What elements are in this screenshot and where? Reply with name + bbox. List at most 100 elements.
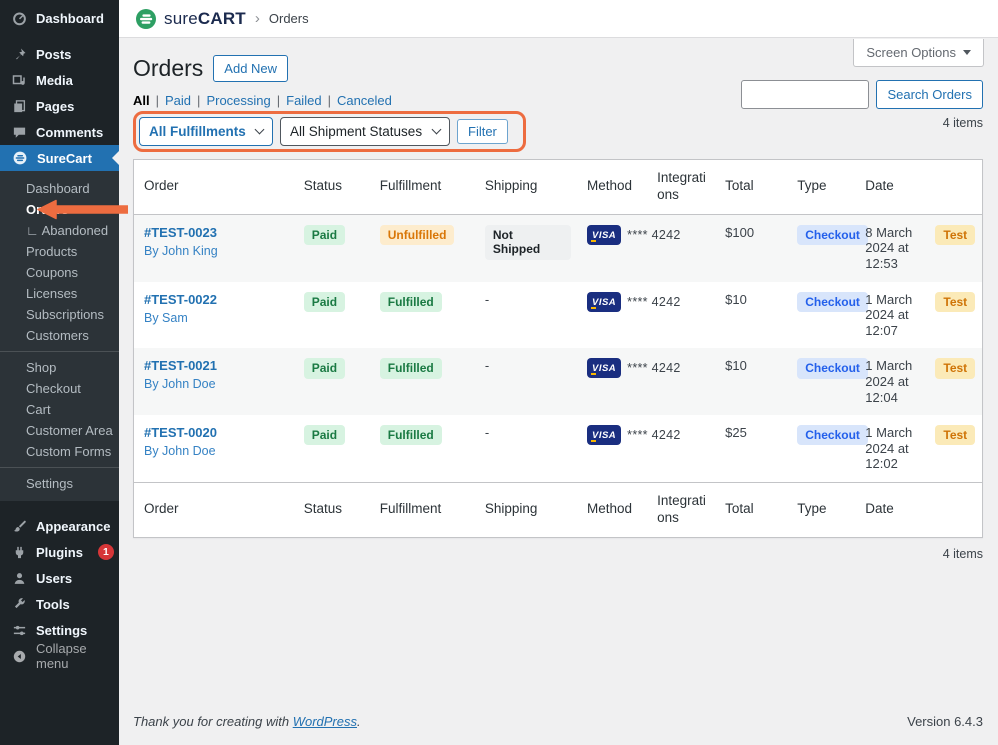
total-cell: $10 <box>715 348 787 415</box>
sidebar-item-media[interactable]: Media <box>0 67 119 93</box>
sidebar-item-plugins[interactable]: Plugins 1 <box>0 539 119 565</box>
sidebar-item-label: Users <box>36 571 72 586</box>
view-separator: | <box>197 93 200 108</box>
sidebar-item-label: Comments <box>36 125 103 140</box>
items-count-bottom: 4 items <box>133 547 983 561</box>
col-type: Type <box>787 482 855 537</box>
table-row: #TEST-0023By John King Paid Unfulfilled … <box>134 214 983 281</box>
col-shipping: Shipping <box>475 160 577 215</box>
sidebar-subitem-checkout[interactable]: Checkout <box>0 378 119 399</box>
surecart-logo-icon <box>135 8 157 30</box>
integrations-cell <box>647 214 715 281</box>
surecart-header-bar: sureCART › Orders <box>119 0 998 38</box>
dashboard-gauge-icon <box>12 11 27 26</box>
sidebar-subitem-subscriptions[interactable]: Subscriptions <box>0 304 119 325</box>
sidebar-subitem-abandoned[interactable]: ∟ Abandoned <box>0 220 119 241</box>
order-number-link[interactable]: #TEST-0022 <box>144 292 288 307</box>
sidebar-subitem-licenses[interactable]: Licenses <box>0 283 119 304</box>
screen-options-tab[interactable]: Screen Options <box>853 39 984 67</box>
fulfillment-select-wrap: All Fulfillments <box>139 117 273 146</box>
date-cell: 1 March 2024 at 12:04 <box>855 348 925 415</box>
test-mode-badge: Test <box>935 425 975 445</box>
fulfillment-badge: Unfulfilled <box>380 225 455 245</box>
sidebar-item-comments[interactable]: Comments <box>0 119 119 145</box>
sidebar-subitem-customer-area[interactable]: Customer Area <box>0 420 119 441</box>
view-canceled-link[interactable]: Canceled <box>337 93 392 108</box>
order-customer-link[interactable]: By John Doe <box>144 377 288 391</box>
integrations-cell <box>647 415 715 482</box>
sidebar-subitem-dashboard[interactable]: Dashboard <box>0 178 119 199</box>
sidebar-item-appearance[interactable]: Appearance <box>0 513 119 539</box>
order-customer-link[interactable]: By Sam <box>144 311 288 325</box>
shipping-cell: - <box>475 415 577 482</box>
screen-options-label: Screen Options <box>866 45 956 60</box>
comment-bubble-icon <box>12 125 27 140</box>
view-processing-link[interactable]: Processing <box>206 93 270 108</box>
surecart-submenu: Dashboard Orders ∟ Abandoned Products Co… <box>0 171 119 501</box>
col-date: Date <box>855 482 925 537</box>
sidebar-item-settings[interactable]: Settings <box>0 617 119 643</box>
view-separator: | <box>156 93 159 108</box>
fulfillment-badge: Fulfilled <box>380 358 442 378</box>
search-input[interactable] <box>741 80 869 109</box>
total-cell: $25 <box>715 415 787 482</box>
col-method: Method <box>577 482 647 537</box>
sidebar-subitem-products[interactable]: Products <box>0 241 119 262</box>
view-failed-link[interactable]: Failed <box>286 93 321 108</box>
sidebar-item-posts[interactable]: Posts <box>0 41 119 67</box>
table-row: #TEST-0020By John Doe Paid Fulfilled - V… <box>134 415 983 482</box>
sidebar-item-collapse-menu[interactable]: Collapse menu <box>0 643 119 669</box>
view-all-link[interactable]: All <box>133 93 150 108</box>
test-mode-badge: Test <box>935 358 975 378</box>
sidebar-item-label: Posts <box>36 47 71 62</box>
view-separator: | <box>328 93 331 108</box>
sidebar-subitem-cart[interactable]: Cart <box>0 399 119 420</box>
test-mode-badge: Test <box>935 225 975 245</box>
sidebar-subitem-coupons[interactable]: Coupons <box>0 262 119 283</box>
sidebar-item-dashboard[interactable]: Dashboard <box>0 5 119 31</box>
order-number-link[interactable]: #TEST-0023 <box>144 225 288 240</box>
add-new-button[interactable]: Add New <box>213 55 288 82</box>
sidebar-item-label: Media <box>36 73 73 88</box>
order-customer-link[interactable]: By John Doe <box>144 444 288 458</box>
sidebar-item-users[interactable]: Users <box>0 565 119 591</box>
status-badge: Paid <box>304 225 345 245</box>
surecart-brand: sureCART <box>135 8 246 30</box>
sidebar-subitem-customers[interactable]: Customers <box>0 325 119 346</box>
footer-version: Version 6.4.3 <box>907 714 983 729</box>
test-mode-badge: Test <box>935 292 975 312</box>
sidebar-subitem-custom-forms[interactable]: Custom Forms <box>0 441 119 462</box>
page-title: Orders <box>133 55 203 82</box>
card-last4: **** 4242 <box>627 228 680 242</box>
order-number-link[interactable]: #TEST-0021 <box>144 358 288 373</box>
date-cell: 8 March 2024 at 12:53 <box>855 214 925 281</box>
fulfillment-badge: Fulfilled <box>380 425 442 445</box>
main-area: sureCART › Orders Screen Options Orders … <box>119 0 998 745</box>
wrench-icon <box>12 597 27 612</box>
search-orders-button[interactable]: Search Orders <box>876 80 983 109</box>
status-badge: Paid <box>304 292 345 312</box>
page-content: Orders Add New All | Paid | Processing |… <box>119 38 998 704</box>
items-count-top: 4 items <box>943 116 983 130</box>
col-date: Date <box>855 160 925 215</box>
filter-button[interactable]: Filter <box>457 119 508 144</box>
col-mode <box>925 160 982 215</box>
wordpress-link[interactable]: WordPress <box>293 714 357 729</box>
view-paid-link[interactable]: Paid <box>165 93 191 108</box>
col-integrations: Integrations <box>647 160 715 215</box>
order-number-link[interactable]: #TEST-0020 <box>144 425 288 440</box>
sidebar-subitem-orders[interactable]: Orders <box>0 199 119 220</box>
order-customer-link[interactable]: By John King <box>144 244 288 258</box>
fulfillment-badge: Fulfilled <box>380 292 442 312</box>
sidebar-subitem-shop[interactable]: Shop <box>0 357 119 378</box>
shipment-status-select[interactable]: All Shipment Statuses <box>280 117 450 146</box>
sidebar-subitem-settings[interactable]: Settings <box>0 473 119 494</box>
fulfillment-select[interactable]: All Fulfillments <box>139 117 273 146</box>
sidebar-item-surecart[interactable]: SureCart <box>0 145 119 171</box>
paintbrush-icon <box>12 519 27 534</box>
menu-divider <box>0 501 119 513</box>
sidebar-item-tools[interactable]: Tools <box>0 591 119 617</box>
sidebar-item-pages[interactable]: Pages <box>0 93 119 119</box>
card-last4: **** 4242 <box>627 361 680 375</box>
total-cell: $10 <box>715 282 787 349</box>
